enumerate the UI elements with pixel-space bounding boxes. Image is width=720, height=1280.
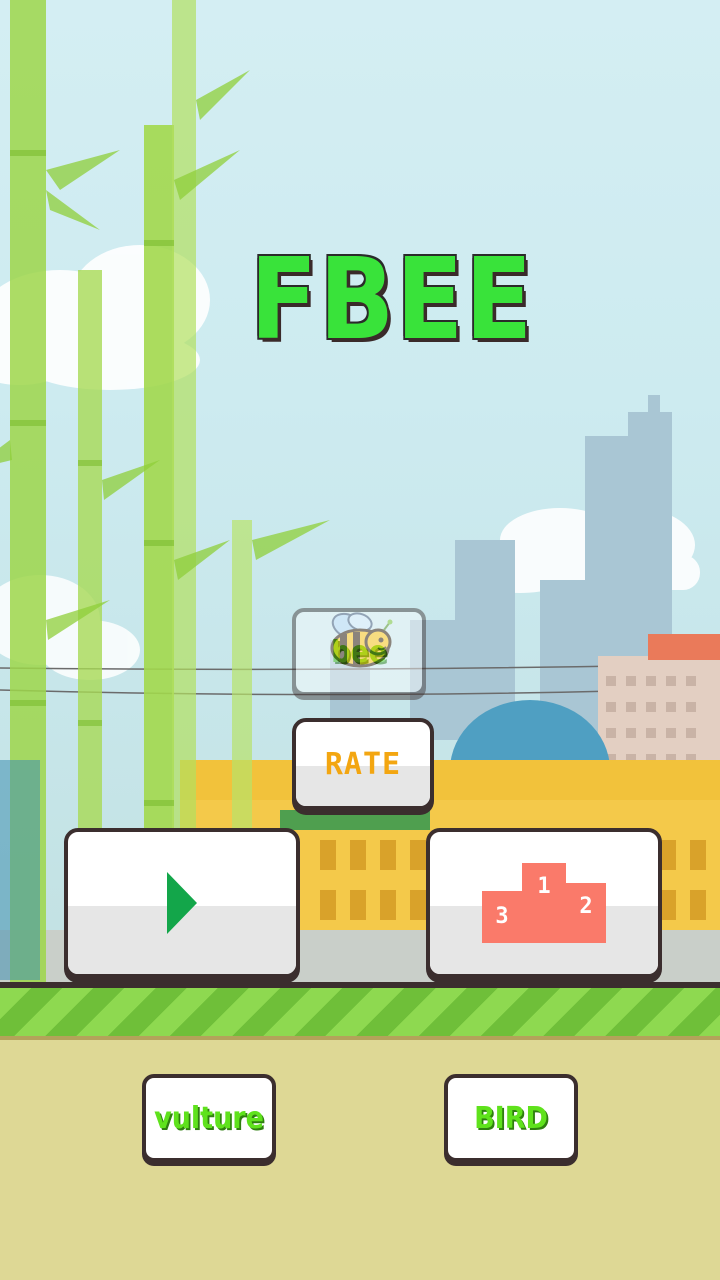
character-vulture-label: vulture [154, 1100, 264, 1136]
play-triangle-icon [167, 872, 197, 934]
sand-area [0, 1040, 720, 1280]
podium-icon: 1 2 3 [482, 863, 606, 943]
rate-label: RATE [324, 746, 402, 782]
ground-strip [0, 982, 720, 1040]
character-bee-button[interactable]: bee [292, 608, 426, 696]
podium-first-label: 1 [537, 874, 550, 899]
character-bird-label: BIRD [474, 1100, 548, 1136]
character-bird-button[interactable]: BIRD [444, 1074, 578, 1162]
podium-third-label: 3 [495, 904, 508, 929]
leaderboard-button[interactable]: 1 2 3 [426, 828, 662, 978]
character-vulture-button[interactable]: vulture [142, 1074, 276, 1162]
game-title: FBEE [250, 235, 535, 365]
play-button[interactable] [64, 828, 300, 978]
podium-second-label: 2 [579, 894, 592, 919]
rate-button[interactable]: RATE [292, 718, 434, 810]
game-scene: FBEE RATE 1 2 3 vulture bee BIRD [0, 0, 720, 1280]
character-bee-label: bee [331, 634, 387, 670]
